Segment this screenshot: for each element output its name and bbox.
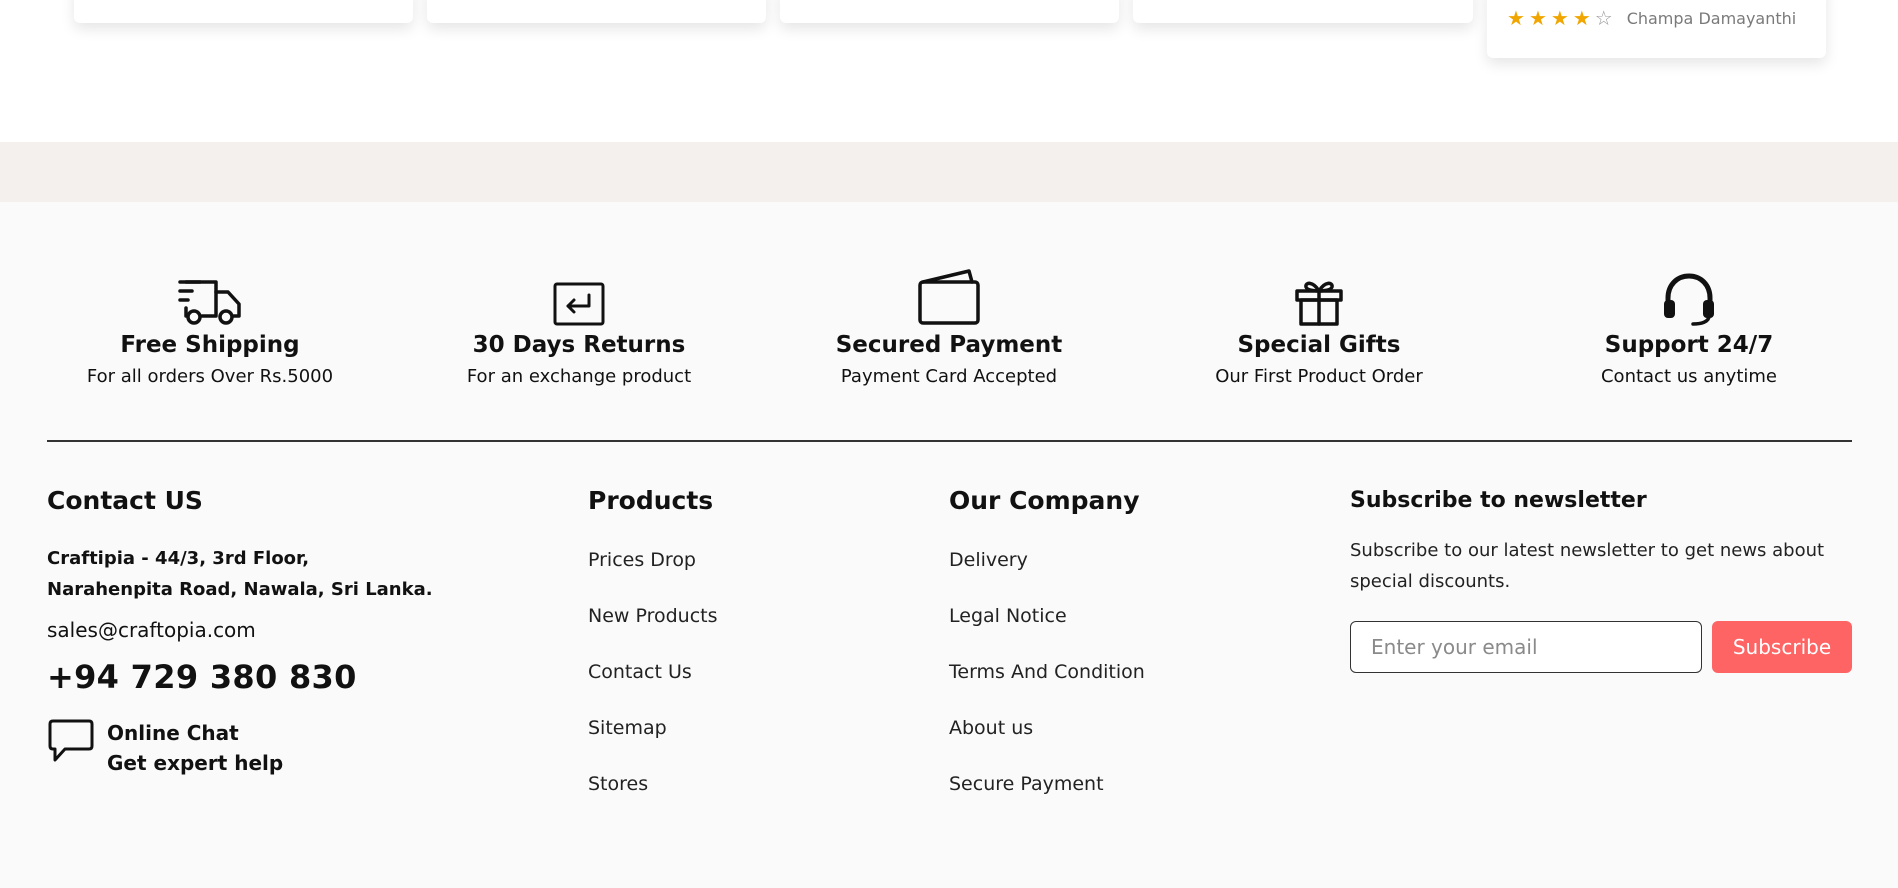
newsletter-email-input[interactable] — [1350, 621, 1702, 673]
feature-special-gifts: Special Gifts Our First Product Order — [1159, 262, 1479, 387]
footer-link-sitemap[interactable]: Sitemap — [588, 717, 888, 773]
feature-returns: 30 Days Returns For an exchange product — [419, 262, 739, 387]
subscribe-button[interactable]: Subscribe — [1712, 621, 1852, 673]
contact-heading: Contact US — [47, 486, 203, 515]
address-line: Narahenpita Road, Nawala, Sri Lanka. — [47, 579, 433, 600]
products-column: Products Prices Drop New Products Contac… — [588, 486, 888, 829]
subscribe-form: Subscribe — [1350, 621, 1852, 673]
product-card[interactable] — [427, 0, 766, 23]
products-heading: Products — [588, 486, 714, 515]
product-cards-strip: ★ ★ ★ ★ ☆ Champa Damayanthi — [0, 0, 1898, 142]
star-filled-icon: ★ — [1572, 6, 1591, 30]
newsletter-description: Subscribe to our latest newsletter to ge… — [1350, 540, 1825, 592]
feature-free-shipping: Free Shipping For all orders Over Rs.500… — [50, 262, 370, 387]
footer-link-terms[interactable]: Terms And Condition — [949, 661, 1249, 717]
chat-sublabel: Get expert help — [107, 751, 284, 775]
feature-title: Support 24/7 — [1604, 332, 1774, 358]
star-empty-icon: ☆ — [1594, 6, 1613, 30]
feature-title: Secured Payment — [835, 332, 1063, 358]
company-column: Our Company Delivery Legal Notice Terms … — [949, 486, 1249, 829]
chat-label: Online Chat — [107, 721, 239, 745]
footer-link-prices-drop[interactable]: Prices Drop — [588, 549, 888, 605]
star-filled-icon: ★ — [1550, 6, 1569, 30]
wallet-icon — [918, 269, 980, 325]
footer-link-about-us[interactable]: About us — [949, 717, 1249, 773]
features-row: Free Shipping For all orders Over Rs.500… — [0, 262, 1898, 402]
address-line: Craftipia - 44/3, 3rd Floor, — [47, 548, 310, 569]
feature-subtitle: For an exchange product — [466, 366, 692, 387]
footer-link-delivery[interactable]: Delivery — [949, 549, 1249, 605]
online-chat-link[interactable]: Online Chat Get expert help — [47, 718, 527, 778]
reviewer-name: Champa Damayanthi — [1626, 8, 1797, 28]
feature-title: 30 Days Returns — [472, 332, 686, 358]
product-card[interactable] — [74, 0, 413, 23]
chat-bubble-icon — [48, 719, 94, 762]
footer-link-stores[interactable]: Stores — [588, 773, 888, 829]
feature-subtitle: For all orders Over Rs.5000 — [86, 366, 334, 387]
headset-icon — [1664, 273, 1714, 326]
feature-subtitle: Our First Product Order — [1215, 366, 1423, 387]
return-icon — [553, 282, 605, 326]
footer-link-new-products[interactable]: New Products — [588, 605, 888, 661]
product-card[interactable] — [1133, 0, 1473, 23]
review-rating: ★ ★ ★ ★ ☆ Champa Damayanthi — [1507, 8, 1796, 28]
footer-divider — [47, 440, 1852, 442]
truck-icon — [178, 280, 241, 325]
footer-link-secure-payment[interactable]: Secure Payment — [949, 773, 1249, 829]
star-filled-icon: ★ — [1507, 6, 1525, 30]
gift-icon — [1295, 281, 1343, 326]
section-band — [0, 142, 1898, 202]
feature-support: Support 24/7 Contact us anytime — [1529, 262, 1849, 387]
feature-subtitle: Contact us anytime — [1600, 366, 1778, 387]
feature-subtitle: Payment Card Accepted — [840, 366, 1058, 387]
contact-column: Contact US Craftipia - 44/3, 3rd Floor, … — [47, 486, 527, 778]
review-card[interactable]: ★ ★ ★ ★ ☆ Champa Damayanthi — [1487, 0, 1826, 58]
footer-link-legal-notice[interactable]: Legal Notice — [949, 605, 1249, 661]
star-filled-icon: ★ — [1528, 6, 1547, 30]
footer: Free Shipping For all orders Over Rs.500… — [0, 202, 1898, 888]
company-heading: Our Company — [949, 486, 1140, 515]
feature-secured-payment: Secured Payment Payment Card Accepted — [789, 262, 1109, 387]
contact-phone[interactable]: +94 729 380 830 — [47, 658, 527, 696]
feature-title: Special Gifts — [1237, 332, 1401, 358]
newsletter-column: Subscribe to newsletter Subscribe to our… — [1350, 486, 1852, 673]
product-card[interactable] — [780, 0, 1119, 23]
footer-link-contact-us[interactable]: Contact Us — [588, 661, 888, 717]
contact-email-link[interactable]: sales@craftopia.com — [47, 618, 527, 642]
address: Craftipia - 44/3, 3rd Floor, Narahenpita… — [47, 543, 527, 605]
newsletter-heading: Subscribe to newsletter — [1350, 488, 1647, 513]
feature-title: Free Shipping — [120, 332, 300, 358]
